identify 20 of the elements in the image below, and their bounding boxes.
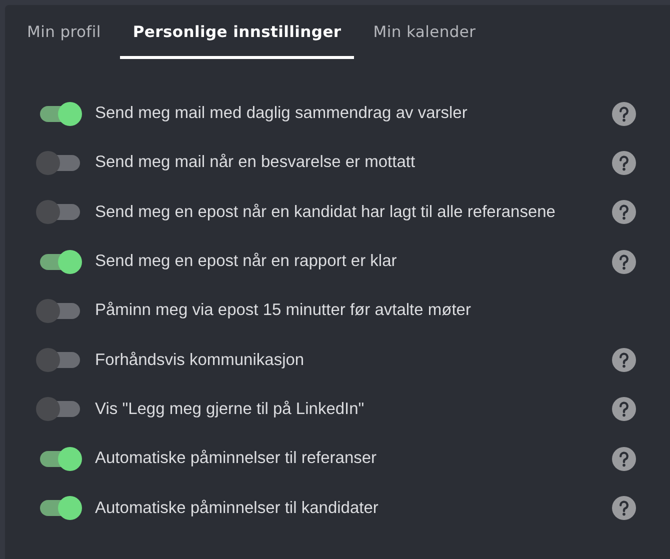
setting-label: Automatiske påminnelser til kandidater	[95, 498, 380, 518]
tab[interactable]: Min profil	[14, 5, 114, 59]
setting-label: Send meg en epost når en rapport er klar	[95, 252, 398, 272]
setting-label: Send meg en epost når en kandidat har lagt til alle referansene	[95, 202, 556, 222]
tab[interactable]: Personlige innstillinger	[120, 5, 354, 59]
tab[interactable]: Min kalender	[360, 5, 489, 59]
setting-label: Vis "Legg meg gjerne til på LinkedIn"	[95, 400, 366, 419]
help-icon[interactable]	[612, 446, 636, 471]
setting-label: Send meg mail når en besvarelse er mottatt	[95, 153, 416, 172]
help-icon[interactable]	[612, 397, 636, 422]
help-icon[interactable]	[612, 102, 636, 126]
setting-label: Påminn meg via epost 15 minutter før avtalte møter	[95, 301, 472, 320]
help-icon[interactable]	[612, 200, 636, 224]
help-icon[interactable]	[612, 150, 636, 175]
setting-label: Send meg mail med daglig sammendrag av varsler	[95, 104, 468, 124]
help-icon[interactable]	[612, 496, 636, 520]
help-icon[interactable]	[612, 348, 636, 372]
setting-label: Automatiske påminnelser til referanser	[95, 449, 378, 468]
setting-label: Forhåndsvis kommunikasjon	[95, 350, 306, 370]
help-icon[interactable]	[612, 250, 636, 274]
